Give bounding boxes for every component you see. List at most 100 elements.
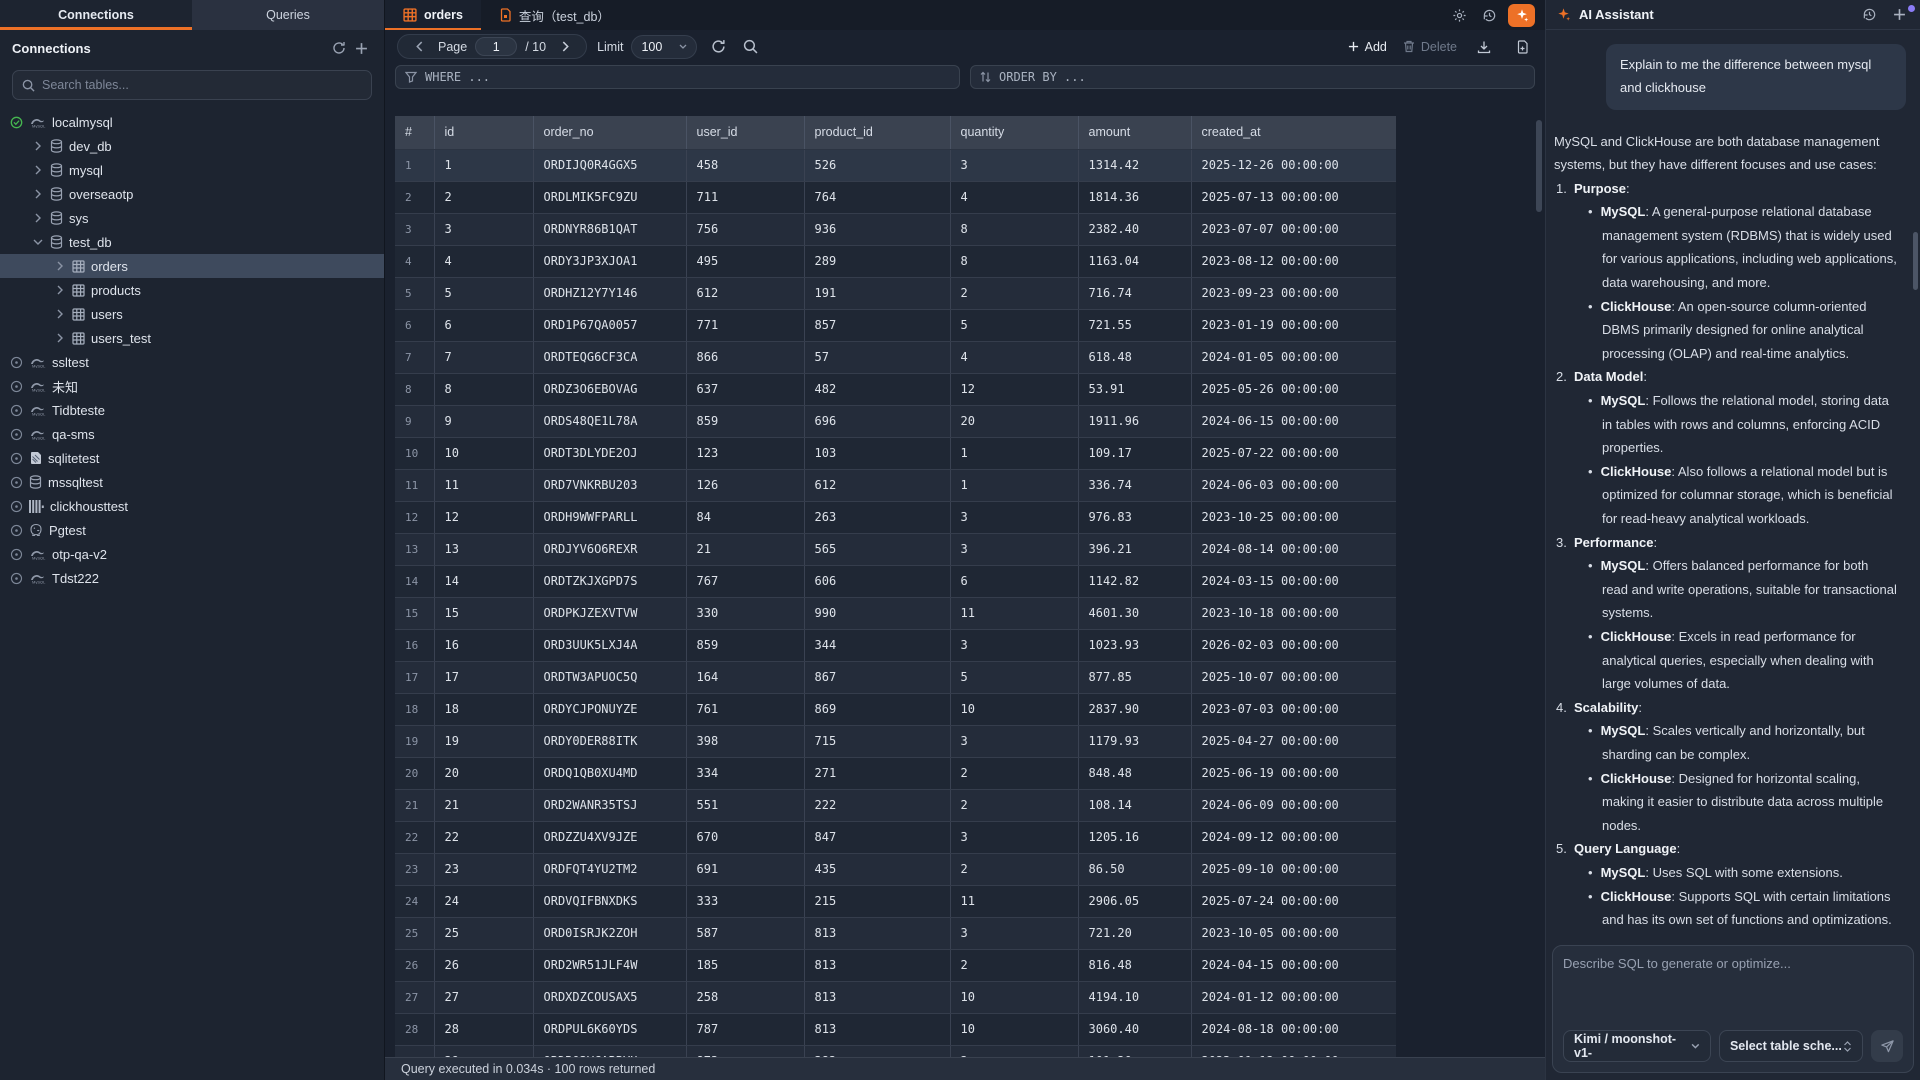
tree-database-item[interactable]: dev_db bbox=[0, 134, 384, 158]
connection-item[interactable]: MySQL ssltest bbox=[0, 350, 384, 374]
tree-database-item[interactable]: overseaotp bbox=[0, 182, 384, 206]
cell-index: 4 bbox=[395, 245, 434, 277]
ai-history-icon[interactable] bbox=[1858, 4, 1880, 26]
page-next-icon[interactable] bbox=[554, 36, 576, 58]
table-row[interactable]: 22 22 ORDZZU4XV9JZE 670 847 3 1205.16 20… bbox=[395, 821, 1396, 853]
send-button[interactable] bbox=[1871, 1030, 1903, 1062]
table-row[interactable]: 19 19 ORDY0DER88ITK 398 715 3 1179.93 20… bbox=[395, 725, 1396, 757]
connection-item[interactable]: MySQL qa-sms bbox=[0, 422, 384, 446]
add-connection-icon[interactable] bbox=[350, 37, 372, 59]
ai-assistant-toggle-button[interactable] bbox=[1508, 4, 1535, 27]
table-row[interactable]: 15 15 ORDPKJZEXVTVW 330 990 11 4601.30 2… bbox=[395, 597, 1396, 629]
tree-table-item[interactable]: products bbox=[0, 278, 384, 302]
col-header-product-id[interactable]: product_id bbox=[804, 116, 950, 149]
chevron-right-icon[interactable] bbox=[54, 333, 66, 343]
connection-item[interactable]: MySQL Tdst222 bbox=[0, 566, 384, 590]
table-row[interactable]: 6 6 ORD1P67QA0057 771 857 5 721.55 2023-… bbox=[395, 309, 1396, 341]
table-row[interactable]: 23 23 ORDFQT4YU2TM2 691 435 2 86.50 2025… bbox=[395, 853, 1396, 885]
table-row[interactable]: 13 13 ORDJYV6O6REXR 21 565 3 396.21 2024… bbox=[395, 533, 1396, 565]
table-row[interactable]: 26 26 ORD2WR51JLF4W 185 813 2 816.48 202… bbox=[395, 949, 1396, 981]
connection-item[interactable]: mssqltest bbox=[0, 470, 384, 494]
delete-row-button[interactable]: Delete bbox=[1403, 40, 1457, 54]
table-row[interactable]: 12 12 ORDH9WWFPARLL 84 263 3 976.83 2023… bbox=[395, 501, 1396, 533]
tree-table-item[interactable]: orders bbox=[0, 254, 384, 278]
connection-item[interactable]: MySQL otp-qa-v2 bbox=[0, 542, 384, 566]
page-prev-icon[interactable] bbox=[408, 36, 430, 58]
table-row[interactable]: 7 7 ORDTEQG6CF3CA 866 57 4 618.48 2024-0… bbox=[395, 341, 1396, 373]
search-results-icon[interactable] bbox=[739, 36, 761, 58]
table-row[interactable]: 27 27 ORDXDZCOUSAX5 258 813 10 4194.10 2… bbox=[395, 981, 1396, 1013]
table-row[interactable]: 1 1 ORDIJQ0R4GGX5 458 526 3 1314.42 2025… bbox=[395, 149, 1396, 181]
ai-prompt-input[interactable]: Describe SQL to generate or optimize... bbox=[1563, 956, 1903, 1030]
table-row[interactable]: 17 17 ORDTW3APUOC5Q 164 867 5 877.85 202… bbox=[395, 661, 1396, 693]
where-filter-input[interactable]: WHERE ... bbox=[395, 65, 960, 89]
chevron-right-icon[interactable] bbox=[54, 285, 66, 295]
chevron-right-icon[interactable] bbox=[32, 141, 44, 151]
table-row[interactable]: 11 11 ORD7VNKRBU203 126 612 1 336.74 202… bbox=[395, 469, 1396, 501]
col-header-quantity[interactable]: quantity bbox=[950, 116, 1078, 149]
tab-query-testdb[interactable]: 查询（test_db） bbox=[481, 0, 628, 30]
table-row[interactable]: 18 18 ORDYCJPONUYZE 761 869 10 2837.90 2… bbox=[395, 693, 1396, 725]
chevron-right-icon[interactable] bbox=[54, 261, 66, 271]
table-scrollbar[interactable] bbox=[1536, 120, 1542, 212]
col-header-order-no[interactable]: order_no bbox=[533, 116, 686, 149]
cell-quantity: 11 bbox=[950, 597, 1078, 629]
schema-select[interactable]: Select table sche... bbox=[1719, 1030, 1863, 1062]
settings-gear-icon[interactable] bbox=[1448, 4, 1470, 26]
table-row[interactable]: 16 16 ORD3UUK5LXJ4A 859 344 3 1023.93 20… bbox=[395, 629, 1396, 661]
limit-select[interactable]: 100 bbox=[631, 35, 697, 59]
ai-chat-scrollbar[interactable] bbox=[1913, 232, 1918, 290]
chevron-right-icon[interactable] bbox=[32, 189, 44, 199]
tree-database-item[interactable]: sys bbox=[0, 206, 384, 230]
tree-table-item[interactable]: users_test bbox=[0, 326, 384, 350]
ai-new-chat-icon[interactable] bbox=[1888, 4, 1910, 26]
connection-localmysql[interactable]: MySQL localmysql bbox=[0, 110, 384, 134]
cell-amount: 2382.40 bbox=[1078, 213, 1191, 245]
refresh-results-icon[interactable] bbox=[707, 36, 729, 58]
connection-item[interactable]: clickhousttest bbox=[0, 494, 384, 518]
export-file-icon[interactable] bbox=[1511, 36, 1533, 58]
table-row[interactable]: 14 14 ORDTZKJXGPD7S 767 606 6 1142.82 20… bbox=[395, 565, 1396, 597]
tree-table-item[interactable]: users bbox=[0, 302, 384, 326]
col-header-created-at[interactable]: created_at bbox=[1191, 116, 1396, 149]
cell-amount: 53.91 bbox=[1078, 373, 1191, 405]
table-row[interactable]: 4 4 ORDY3JP3XJOA1 495 289 8 1163.04 2023… bbox=[395, 245, 1396, 277]
col-header-id[interactable]: id bbox=[434, 116, 533, 149]
table-row[interactable]: 21 21 ORD2WANR35TSJ 551 222 2 108.14 202… bbox=[395, 789, 1396, 821]
table-row[interactable]: 24 24 ORDVQIFBNXDKS 333 215 11 2906.05 2… bbox=[395, 885, 1396, 917]
chevron-right-icon[interactable] bbox=[32, 213, 44, 223]
add-row-button[interactable]: Add bbox=[1348, 40, 1387, 54]
tab-orders[interactable]: orders bbox=[385, 0, 481, 30]
connection-item[interactable]: Pgtest bbox=[0, 518, 384, 542]
table-row[interactable]: 8 8 ORDZ3O6EBOVAG 637 482 12 53.91 2025-… bbox=[395, 373, 1396, 405]
download-icon[interactable] bbox=[1473, 36, 1495, 58]
col-header-index[interactable]: # bbox=[395, 116, 434, 149]
search-tables-input[interactable]: Search tables... bbox=[12, 70, 372, 100]
table-row[interactable]: 20 20 ORDQ1QB0XU4MD 334 271 2 848.48 202… bbox=[395, 757, 1396, 789]
connection-item[interactable]: MySQL Tidbteste bbox=[0, 398, 384, 422]
table-icon bbox=[72, 308, 85, 321]
chevron-down-icon[interactable] bbox=[32, 237, 44, 247]
history-icon[interactable] bbox=[1478, 4, 1500, 26]
col-header-amount[interactable]: amount bbox=[1078, 116, 1191, 149]
tab-queries[interactable]: Queries bbox=[192, 0, 384, 30]
refresh-connections-icon[interactable] bbox=[328, 37, 350, 59]
table-row[interactable]: 10 10 ORDT3DLYDE2OJ 123 103 1 109.17 202… bbox=[395, 437, 1396, 469]
connection-item[interactable]: MySQL 未知 bbox=[0, 374, 384, 398]
table-row[interactable]: 25 25 ORD0ISRJK2ZOH 587 813 3 721.20 202… bbox=[395, 917, 1396, 949]
tree-database-item[interactable]: mysql bbox=[0, 158, 384, 182]
connection-item[interactable]: sqlitetest bbox=[0, 446, 384, 470]
chevron-right-icon[interactable] bbox=[32, 165, 44, 175]
table-row[interactable]: 9 9 ORDS48QE1L78A 859 696 20 1911.96 202… bbox=[395, 405, 1396, 437]
order-by-input[interactable]: ORDER BY ... bbox=[970, 65, 1535, 89]
table-row[interactable]: 2 2 ORDLMIK5FC9ZU 711 764 4 1814.36 2025… bbox=[395, 181, 1396, 213]
table-row[interactable]: 3 3 ORDNYR86B1QAT 756 936 8 2382.40 2023… bbox=[395, 213, 1396, 245]
col-header-user-id[interactable]: user_id bbox=[686, 116, 804, 149]
table-row[interactable]: 28 28 ORDPUL6K60YDS 787 813 10 3060.40 2… bbox=[395, 1013, 1396, 1045]
tree-database-testdb[interactable]: test_db bbox=[0, 230, 384, 254]
model-select[interactable]: Kimi / moonshot-v1- bbox=[1563, 1030, 1711, 1062]
chevron-right-icon[interactable] bbox=[54, 309, 66, 319]
page-number-input[interactable]: 1 bbox=[475, 37, 517, 56]
table-row[interactable]: 5 5 ORDHZ12Y7Y146 612 191 2 716.74 2023-… bbox=[395, 277, 1396, 309]
tab-connections[interactable]: Connections bbox=[0, 0, 192, 30]
